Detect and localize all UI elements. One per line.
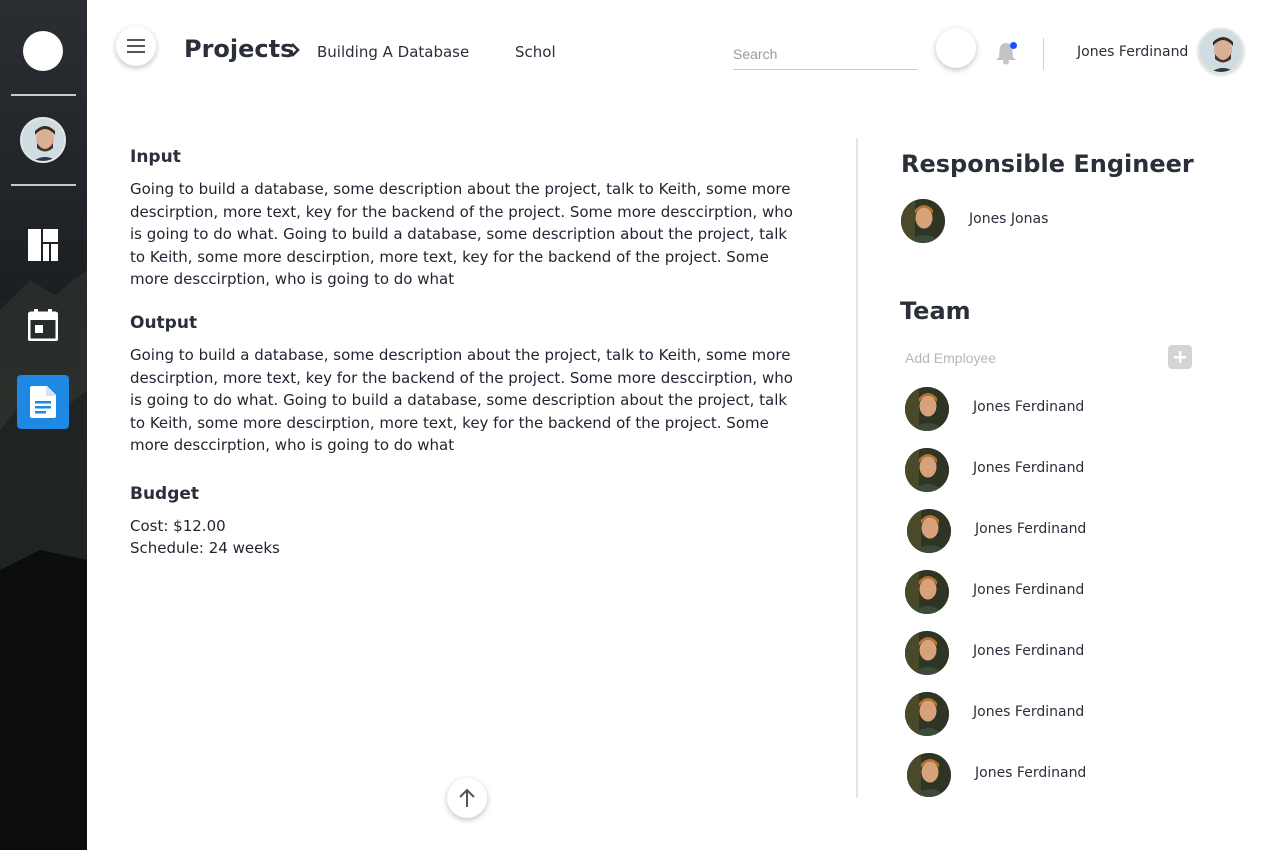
menu-button[interactable] [116,26,156,66]
input-description: Going to build a database, some descript… [130,180,793,288]
sidebar [0,0,87,850]
team-member-avatar[interactable] [905,570,949,614]
team-member-name[interactable]: Jones Ferdinand [973,460,1084,476]
dashboard-icon[interactable] [17,218,69,272]
avatar-portrait-icon [905,631,949,675]
team-member-name[interactable]: Jones Ferdinand [973,704,1084,720]
logo-icon[interactable] [23,31,63,71]
avatar-portrait-icon [907,509,951,553]
team-member-avatar[interactable] [907,753,951,797]
team-member-name[interactable]: Jones Ferdinand [975,765,1086,781]
avatar-portrait-icon [907,753,951,797]
avatar-portrait-icon [905,387,949,431]
document-icon[interactable] [17,375,69,429]
team-member-avatar[interactable] [907,509,951,553]
responsible-engineer-heading: Responsible Engineer [901,150,1194,178]
output-description: Going to build a database, some descript… [130,346,793,454]
search-input[interactable] [733,38,917,70]
avatar-portrait-icon [22,119,64,161]
team-member-avatar[interactable] [905,448,949,492]
avatar-portrait-icon [1200,30,1242,72]
team-member-name[interactable]: Jones Ferdinand [973,399,1084,415]
avatar-portrait-icon [905,448,949,492]
chevron-right-icon [291,43,300,57]
scroll-to-top-button[interactable] [447,778,487,818]
avatar-portrait-icon [901,199,945,243]
add-employee-input[interactable] [905,348,1155,368]
breadcrumb-item-database[interactable]: Building A Database [317,43,469,61]
notification-badge [1010,42,1017,49]
action-button[interactable] [936,28,976,68]
avatar-portrait-icon [905,570,949,614]
budget-schedule: Schedule: 24 weeks [130,539,280,557]
engineer-name[interactable]: Jones Jonas [969,211,1048,227]
content-divider [856,138,858,798]
arrow-up-icon [459,788,475,807]
sidebar-divider [11,184,76,186]
input-heading: Input [130,147,181,167]
engineer-avatar[interactable] [901,199,945,243]
team-member-name[interactable]: Jones Ferdinand [973,643,1084,659]
team-member-avatar[interactable] [905,387,949,431]
team-member-name[interactable]: Jones Ferdinand [973,582,1084,598]
calendar-icon[interactable] [17,298,69,352]
budget-heading: Budget [130,484,200,504]
team-heading: Team [900,297,971,325]
user-avatar[interactable] [1198,28,1244,74]
avatar-portrait-icon [905,692,949,736]
add-employee-button[interactable] [1168,345,1192,369]
hamburger-icon [127,39,145,53]
team-member-name[interactable]: Jones Ferdinand [975,521,1086,537]
sidebar-divider [11,94,76,96]
sidebar-avatar[interactable] [20,117,66,163]
budget-cost: Cost: $12.00 [130,517,226,535]
output-heading: Output [130,313,198,333]
plus-icon [1174,351,1186,363]
team-member-avatar[interactable] [905,692,949,736]
breadcrumb-item-schol[interactable]: Schol [515,43,556,61]
team-member-avatar[interactable] [905,631,949,675]
header-divider [1043,38,1044,70]
user-name[interactable]: Jones Ferdinand [1077,44,1188,60]
breadcrumb-projects[interactable]: Projects [184,35,294,63]
